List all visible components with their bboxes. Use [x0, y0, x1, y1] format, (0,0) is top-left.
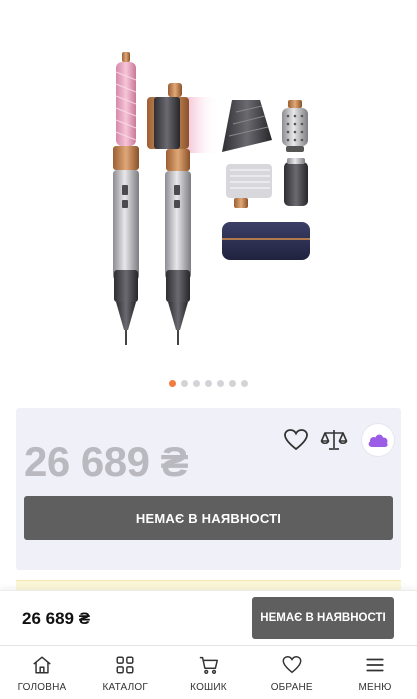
cart-icon — [199, 656, 218, 674]
gallery-dot[interactable] — [229, 380, 236, 387]
nav-item-favorites[interactable]: ОБРАНЕ — [256, 646, 328, 699]
nav-item-home[interactable]: ГОЛОВНА — [6, 646, 78, 699]
styler-with-smoothing-attachment — [147, 83, 218, 345]
nav-item-catalog[interactable]: КАТАЛОГ — [89, 646, 161, 699]
nav-label: КАТАЛОГ — [102, 682, 149, 693]
product-page: 26 689 ₴ НЕМАЄ В НАЯВНОСТІ 26 689 ₴ НЕМА… — [0, 0, 417, 699]
out-of-stock-button[interactable]: НЕМАЄ В НАЯВНОСТІ — [24, 496, 393, 540]
menu-icon — [366, 658, 384, 672]
product-price: 26 689 ₴ — [24, 438, 189, 485]
grid-icon — [116, 656, 134, 674]
home-icon — [33, 656, 51, 674]
gallery-dot[interactable] — [193, 380, 200, 387]
heart-icon[interactable] — [282, 426, 310, 454]
nav-label: ОБРАНЕ — [270, 682, 313, 693]
gallery-dot[interactable] — [241, 380, 248, 387]
gallery-dot[interactable] — [181, 380, 188, 387]
product-image-gallery[interactable] — [0, 0, 417, 372]
nav-label: ГОЛОВНА — [17, 682, 67, 693]
nav-item-cart[interactable]: КОШИК — [173, 646, 245, 699]
scales-icon[interactable] — [320, 426, 348, 454]
heart-icon — [282, 656, 302, 674]
gallery-pagination — [0, 380, 417, 387]
sticky-out-of-stock-button[interactable]: НЕМАЄ В НАЯВНОСТІ — [252, 597, 394, 639]
nav-label: МЕНЮ — [358, 682, 392, 693]
purple-cloud-icon[interactable] — [362, 424, 394, 456]
nav-item-menu[interactable]: МЕНЮ — [339, 646, 411, 699]
sticky-price: 26 689 ₴ — [22, 609, 91, 628]
price-card: 26 689 ₴ НЕМАЄ В НАЯВНОСТІ — [16, 408, 401, 570]
styler-with-curl-barrel — [113, 52, 139, 345]
attachments — [222, 100, 310, 260]
product-image — [113, 52, 310, 345]
bottom-navigation: ГОЛОВНА КАТАЛОГ КОШИК ОБРАНЕ МЕНЮ — [0, 645, 417, 699]
sticky-purchase-bar: 26 689 ₴ НЕМАЄ В НАЯВНОСТІ — [0, 590, 417, 645]
gallery-dot[interactable] — [217, 380, 224, 387]
nav-label: КОШИК — [190, 682, 227, 693]
gallery-dot-active[interactable] — [169, 380, 176, 387]
gallery-dot[interactable] — [205, 380, 212, 387]
